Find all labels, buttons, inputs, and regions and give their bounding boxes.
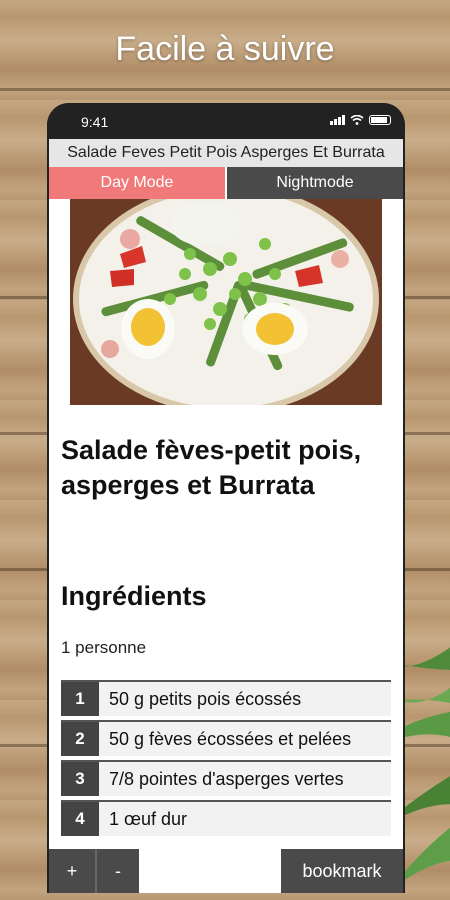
mode-toggle-bar: Day Mode Nightmode [49,167,403,199]
ingredient-text: 50 g petits pois écossés [99,682,391,716]
servings-text: 1 personne [61,638,147,657]
ingredient-number: 2 [61,722,99,756]
decrease-servings-button[interactable]: - [95,849,139,893]
app-screen: Salade Feves Petit Pois Asperges Et Burr… [49,139,403,893]
phone-notch [145,103,307,127]
ingredient-text: 50 g fèves écossées et pelées [99,722,391,756]
bookmark-button[interactable]: bookmark [281,849,403,893]
ingredient-number: 4 [61,802,99,836]
ingredients-heading: Ingrédients [61,581,207,611]
promo-title: Facile à suivre [115,30,335,68]
status-bar: 9:41 [47,103,405,139]
battery-icon [369,115,391,125]
ingredient-number: 3 [61,762,99,796]
increase-servings-button[interactable]: + [49,849,95,893]
status-time: 9:41 [81,114,109,130]
day-mode-button[interactable]: Day Mode [49,167,225,199]
ingredient-row: 2 50 g fèves écossées et pelées [61,720,391,756]
ingredient-text: 1 œuf dur [99,802,391,836]
night-mode-button[interactable]: Nightmode [225,167,403,199]
ingredient-row: 3 7/8 pointes d'asperges vertes [61,760,391,796]
wifi-icon [350,115,364,125]
recipe-title: Salade fèves-petit pois, asperges et Bur… [61,435,362,500]
ingredient-number: 1 [61,682,99,716]
recipe-image [70,184,382,414]
signal-icon [330,115,345,125]
ingredient-row: 1 50 g petits pois écossés [61,680,391,716]
phone-frame: 9:41 Salade Feves Petit Pois Asperges Et… [47,103,405,893]
app-title: Salade Feves Petit Pois Asperges Et Burr… [49,139,403,167]
plank-divider [0,88,450,91]
bottom-toolbar: + - bookmark [49,849,403,893]
ingredient-list: 1 50 g petits pois écossés 2 50 g fèves … [61,680,391,836]
ingredient-row: 4 1 œuf dur [61,800,391,836]
status-icons [330,115,391,125]
ingredient-text: 7/8 pointes d'asperges vertes [99,762,391,796]
